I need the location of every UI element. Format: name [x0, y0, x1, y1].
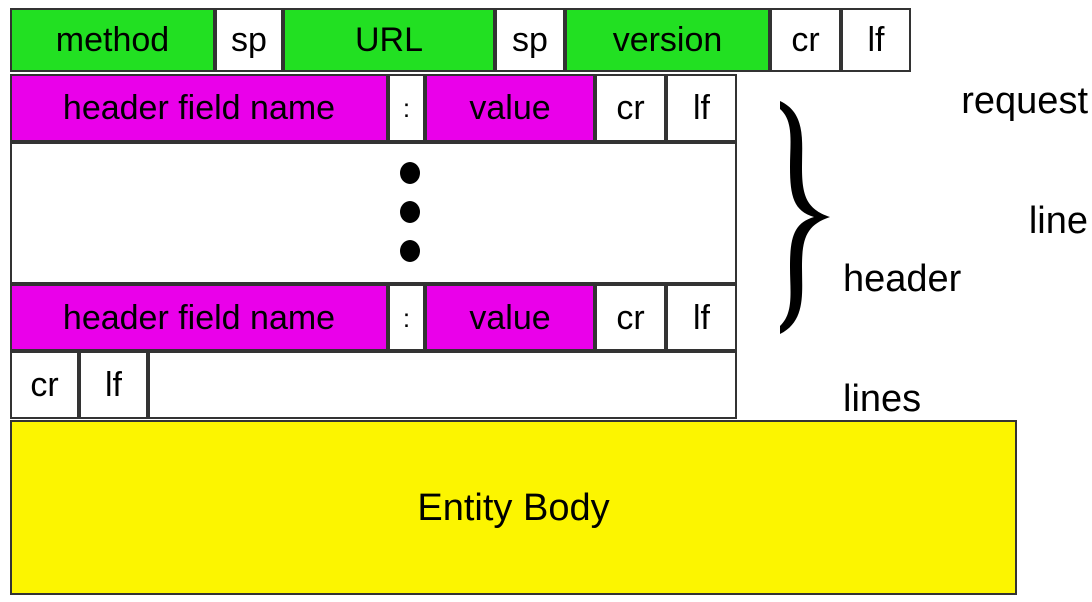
- ellipsis-dot: [400, 201, 420, 223]
- header-line-bottom-cell-colon: :: [388, 284, 425, 351]
- header-line-top-cell-cr: cr: [595, 74, 666, 142]
- ellipsis-dot: [400, 162, 420, 184]
- header-line-bottom-cell-cr: cr: [595, 284, 666, 351]
- request-line-cell-sp-1: sp: [215, 8, 283, 72]
- header-lines-brace-icon: [768, 95, 843, 340]
- header-lines-annotation-line-1: header: [843, 257, 962, 300]
- request-line-annotation-line-1: request: [961, 79, 1088, 122]
- blank-line-cell-filler: [148, 351, 737, 419]
- request-line-cell-cr: cr: [770, 8, 841, 72]
- header-lines-ellipsis-row: [10, 142, 737, 284]
- header-line-top-cell-lf: lf: [666, 74, 737, 142]
- blank-line-cell-cr: cr: [10, 351, 79, 419]
- request-line-cell-sp-2: sp: [495, 8, 565, 72]
- header-lines-annotation-line-2: lines: [843, 378, 922, 421]
- request-line-cell-method: method: [10, 8, 215, 72]
- header-line-bottom-cell-field-name: header field name: [10, 284, 388, 351]
- http-request-message-diagram: method sp URL sp version cr lf request l…: [0, 0, 1092, 602]
- entity-body-box: Entity Body: [10, 420, 1017, 595]
- header-line-bottom-cell-lf: lf: [666, 284, 737, 351]
- header-line-top-cell-colon: :: [388, 74, 425, 142]
- header-line-top-cell-field-name: header field name: [10, 74, 388, 142]
- header-line-top-cell-value: value: [425, 74, 595, 142]
- request-line-cell-version: version: [565, 8, 770, 72]
- header-line-bottom-cell-value: value: [425, 284, 595, 351]
- vertical-ellipsis-icon: [400, 162, 420, 262]
- request-line-cell-url: URL: [283, 8, 495, 72]
- blank-line-cell-lf: lf: [79, 351, 148, 419]
- ellipsis-dot: [400, 240, 420, 262]
